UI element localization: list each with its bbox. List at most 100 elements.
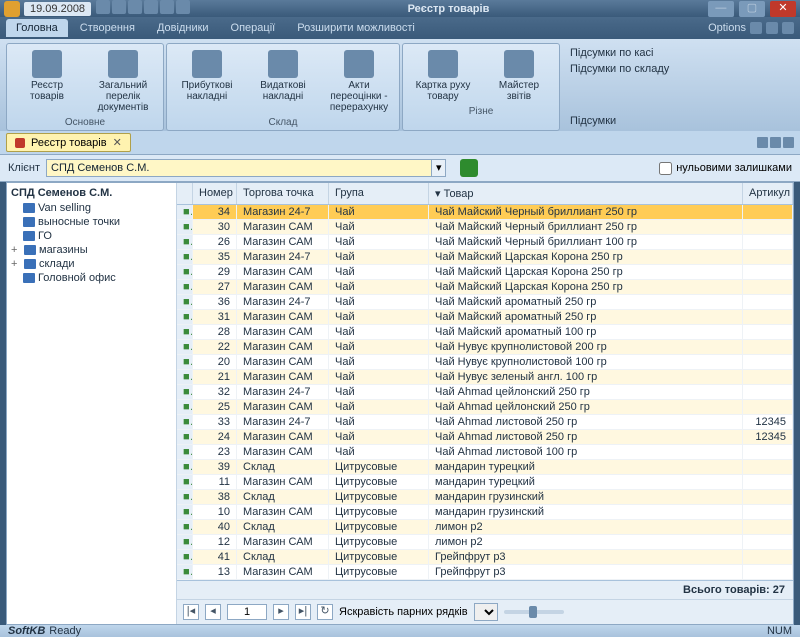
table-row[interactable]: ■25Магазин САМЧайЧай Ahmad цейлонский 25… (177, 400, 793, 415)
cell-num: 11 (193, 475, 237, 489)
tab-ext[interactable]: Розширити можливості (287, 19, 425, 37)
table-row[interactable]: ■32Магазин 24-7ЧайЧай Ahmad цейлонский 2… (177, 385, 793, 400)
col-product[interactable]: ▾ Товар (429, 183, 743, 204)
table-row[interactable]: ■28Магазин САМЧайЧай Майский ароматный 1… (177, 325, 793, 340)
tree-root[interactable]: СПД Семенов С.М. (11, 187, 172, 199)
col-article[interactable]: Артикул (743, 183, 793, 204)
table-row[interactable]: ■23Магазин САМЧайЧай Ahmad листовой 100 … (177, 445, 793, 460)
table-row[interactable]: ■31Магазин САМЧайЧай Майский ароматный 2… (177, 310, 793, 325)
table-row[interactable]: ■21Магазин САМЧайЧай Нувує зеленый англ.… (177, 370, 793, 385)
help-icon[interactable] (750, 22, 762, 34)
maximize-button[interactable]: ▢ (739, 1, 765, 17)
grid-body[interactable]: ■34Магазин 24-7ЧайЧай Майский Черный бри… (177, 205, 793, 580)
table-row[interactable]: ■12Магазин САМЦитрусовыелимон р2 (177, 535, 793, 550)
table-row[interactable]: ■29Магазин САМЧайЧай Майский Царская Кор… (177, 265, 793, 280)
client-input[interactable] (46, 159, 432, 177)
pager-last[interactable]: ▸| (295, 604, 311, 620)
tree-node[interactable]: магазины (11, 243, 172, 257)
row-indicator: ■ (177, 325, 193, 339)
table-row[interactable]: ■24Магазин САМЧайЧай Ahmad листовой 250 … (177, 430, 793, 445)
cell-point: Склад (237, 490, 329, 504)
go-button[interactable] (460, 159, 478, 177)
table-row[interactable]: ■33Магазин 24-7ЧайЧай Ahmad листовой 250… (177, 415, 793, 430)
tree-node[interactable]: склади (11, 257, 172, 271)
col-group[interactable]: Група (329, 183, 429, 204)
table-row[interactable]: ■41СкладЦитрусовыеГрейпфрут р3 (177, 550, 793, 565)
cell-product: Чай Майский Черный бриллиант 250 гр (429, 205, 743, 219)
table-row[interactable]: ■26Магазин САМЧайЧай Майский Черный брил… (177, 235, 793, 250)
zero-stock-check[interactable] (659, 162, 672, 175)
brightness-slider[interactable] (504, 610, 564, 614)
col-indicator[interactable] (177, 183, 193, 204)
tree-node[interactable]: ГО (11, 229, 172, 243)
table-row[interactable]: ■34Магазин 24-7ЧайЧай Майский Черный бри… (177, 205, 793, 220)
table-row[interactable]: ■38СкладЦитрусовыемандарин грузинский (177, 490, 793, 505)
table-row[interactable]: ■11Магазин САМЦитрусовыемандарин турецки… (177, 475, 793, 490)
date-box[interactable]: 19.09.2008 (24, 2, 91, 16)
table-row[interactable]: ■27Магазин САМЧайЧай Майский Царская Кор… (177, 280, 793, 295)
pager-refresh[interactable]: ↻ (317, 604, 333, 620)
table-row[interactable]: ■40СкладЦитрусовыелимон р2 (177, 520, 793, 535)
zero-stock-label: нульовими залишками (676, 162, 792, 174)
btn-all-docs[interactable]: Загальний перелік документів (89, 48, 157, 115)
col-point[interactable]: Торгова точка (237, 183, 329, 204)
btn-goods-registry[interactable]: Реєстр товарів (13, 48, 81, 115)
pager-page-input[interactable] (227, 604, 267, 620)
cell-product: лимон р2 (429, 535, 743, 549)
btn-incoming[interactable]: Прибуткові накладні (173, 48, 241, 115)
btn-card[interactable]: Картка руху товару (409, 48, 477, 104)
qat-btn[interactable] (144, 0, 158, 14)
tree-node[interactable]: Головной офис (11, 271, 172, 285)
mdi-close-icon[interactable] (782, 22, 794, 34)
col-num[interactable]: Номер реєстру (193, 183, 237, 204)
tab-dict[interactable]: Довідники (147, 19, 219, 37)
cell-article (743, 475, 793, 489)
slider-thumb[interactable] (529, 606, 537, 618)
pager-combo[interactable] (474, 603, 498, 621)
link-cash-summary[interactable]: Підсумки по касі (570, 47, 669, 59)
tabs-tool[interactable] (783, 137, 794, 148)
pager-next[interactable]: ▸ (273, 604, 289, 620)
cell-group: Чай (329, 430, 429, 444)
doc-tab-registry[interactable]: Реєстр товарів ✕ (6, 133, 131, 152)
table-row[interactable]: ■39СкладЦитрусовыемандарин турецкий (177, 460, 793, 475)
cell-product: Чай Нувує зеленый англ. 100 гр (429, 370, 743, 384)
table-row[interactable]: ■30Магазин САМЧайЧай Майский Черный брил… (177, 220, 793, 235)
cell-num: 32 (193, 385, 237, 399)
pager-first[interactable]: |◂ (183, 604, 199, 620)
btn-report-wizard[interactable]: Майстер звітів (485, 48, 553, 104)
cell-point: Магазин САМ (237, 505, 329, 519)
tabs-tool[interactable] (757, 137, 768, 148)
table-row[interactable]: ■20Магазин САМЧайЧай Нувує крупнолистово… (177, 355, 793, 370)
qat-btn[interactable] (96, 0, 110, 14)
table-row[interactable]: ■35Магазин 24-7ЧайЧай Майский Царская Ко… (177, 250, 793, 265)
tab-ops[interactable]: Операції (221, 19, 286, 37)
qat-btn[interactable] (176, 0, 190, 14)
btn-revaluation[interactable]: Акти переоцінки - перерахунку (325, 48, 393, 115)
tab-home[interactable]: Головна (6, 19, 68, 37)
close-button[interactable]: ✕ (770, 1, 796, 17)
options-link[interactable]: Options (708, 22, 746, 34)
tab-create[interactable]: Створення (70, 19, 145, 37)
cell-article (743, 250, 793, 264)
table-row[interactable]: ■13Магазин САМЦитрусовыеГрейпфрут р3 (177, 565, 793, 580)
qat-btn[interactable] (128, 0, 142, 14)
tree-node[interactable]: выносные точки (11, 215, 172, 229)
qat-btn[interactable] (112, 0, 126, 14)
tabs-tool[interactable] (770, 137, 781, 148)
table-row[interactable]: ■36Магазин 24-7ЧайЧай Майский ароматный … (177, 295, 793, 310)
minimize-button[interactable]: — (708, 1, 734, 17)
table-row[interactable]: ■22Магазин САМЧайЧай Нувує крупнолистово… (177, 340, 793, 355)
client-dropdown-icon[interactable]: ▾ (432, 159, 446, 177)
pager-prev[interactable]: ◂ (205, 604, 221, 620)
link-warehouse-summary[interactable]: Підсумки по складу (570, 63, 669, 75)
qat-btn[interactable] (160, 0, 174, 14)
folder-icon (23, 217, 35, 227)
cell-num: 39 (193, 460, 237, 474)
table-row[interactable]: ■10Магазин САМЦитрусовыемандарин грузинс… (177, 505, 793, 520)
mdi-min-icon[interactable] (766, 22, 778, 34)
tree-node[interactable]: Van selling (11, 201, 172, 215)
zero-stock-checkbox[interactable]: нульовими залишками (659, 162, 792, 175)
doc-tab-close-icon[interactable]: ✕ (113, 136, 122, 149)
btn-outgoing[interactable]: Видаткові накладні (249, 48, 317, 115)
